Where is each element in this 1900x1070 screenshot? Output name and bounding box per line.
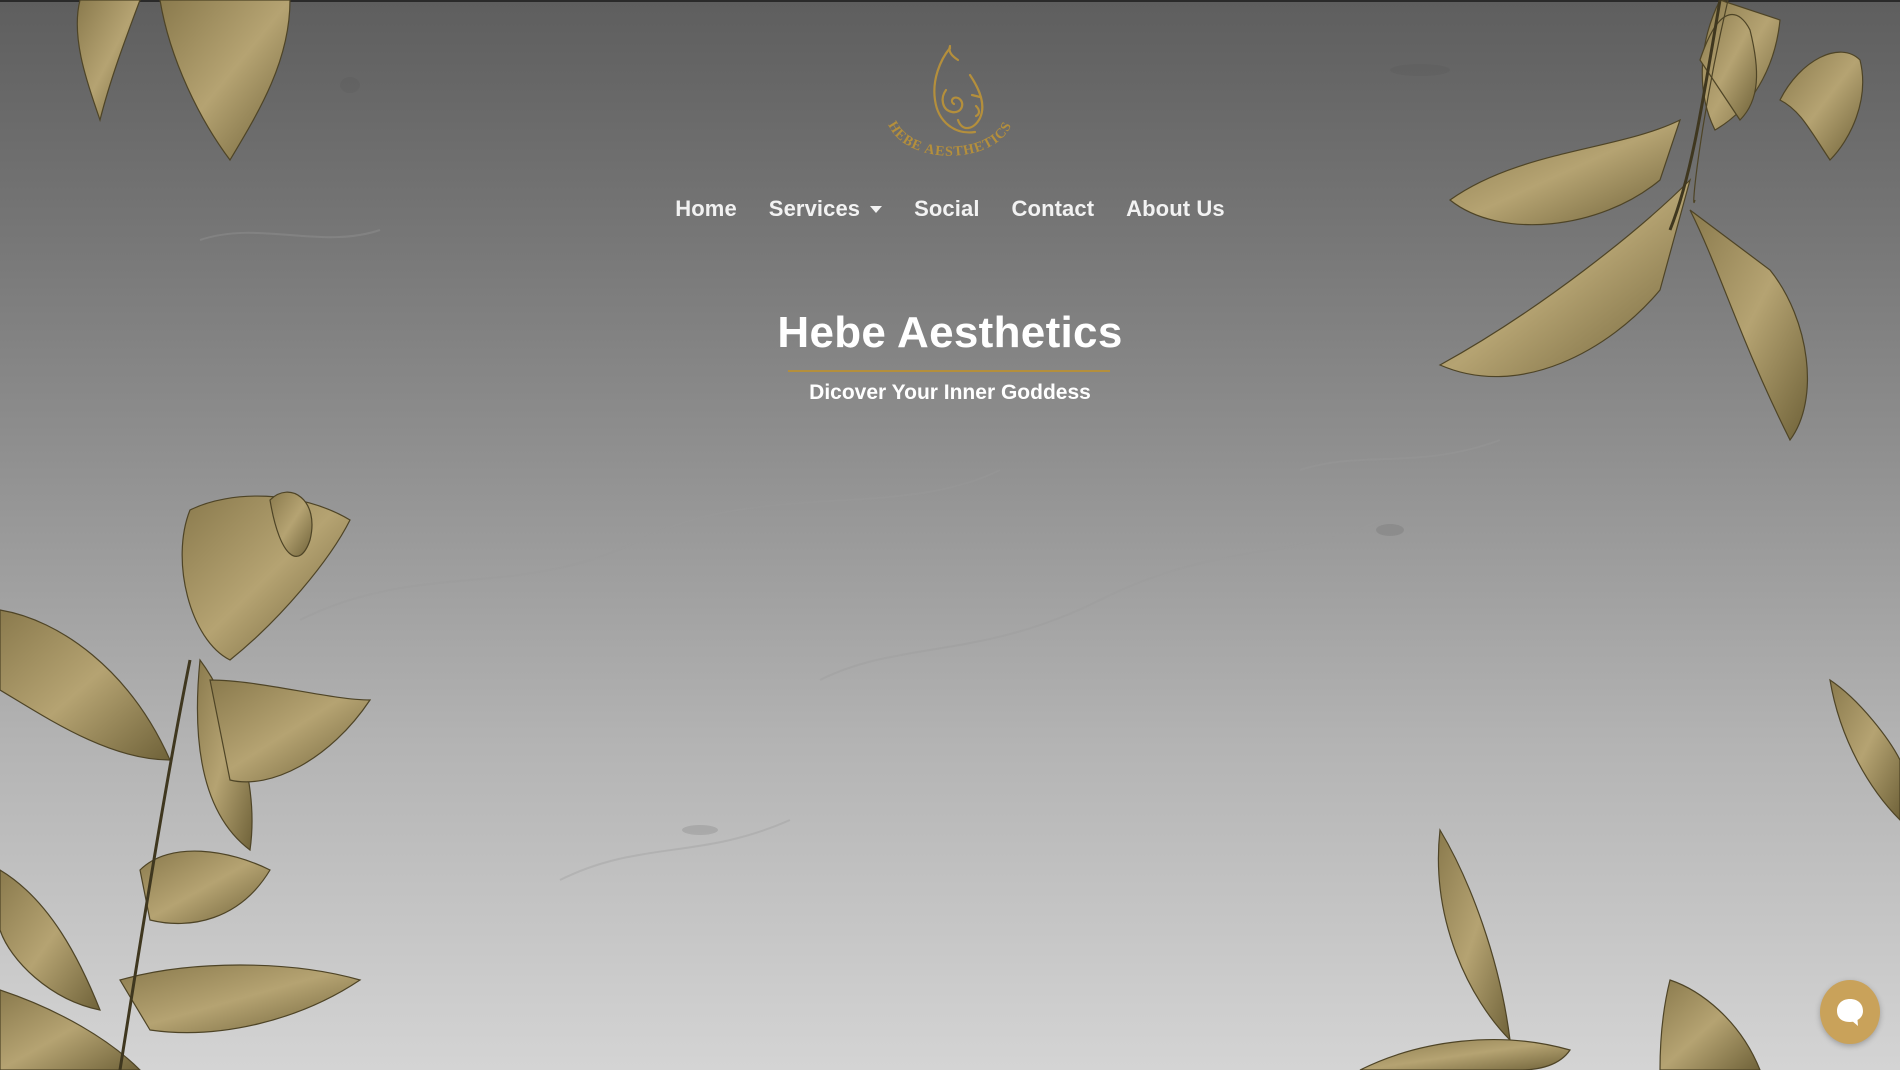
nav-home-label: Home — [675, 196, 737, 221]
nav-contact-label: Contact — [1011, 196, 1095, 221]
main-nav: Home Services Social Contact About Us — [0, 196, 1900, 222]
nav-about-us-label: About Us — [1126, 196, 1225, 221]
nav-social[interactable]: Social — [914, 196, 979, 222]
top-border — [0, 0, 1900, 2]
nav-services[interactable]: Services — [768, 196, 883, 222]
brand-logo[interactable]: HEBE AESTHETICS — [880, 40, 1020, 175]
hero-title: Hebe Aesthetics — [777, 308, 1123, 357]
hero-subtitle: Dicover Your Inner Goddess — [809, 381, 1091, 404]
chat-bubble-icon — [1837, 999, 1863, 1026]
nav-about-us[interactable]: About Us — [1126, 196, 1225, 222]
nav-services-label: Services — [768, 196, 861, 221]
chat-button[interactable] — [1820, 980, 1880, 1044]
nav-contact[interactable]: Contact — [1012, 196, 1095, 222]
hero-divider — [788, 370, 1110, 372]
hebe-face-logo-icon: HEBE AESTHETICS — [884, 44, 1014, 160]
caret-down-icon — [870, 205, 883, 213]
nav-home[interactable]: Home — [675, 196, 737, 222]
nav-social-label: Social — [914, 196, 980, 221]
